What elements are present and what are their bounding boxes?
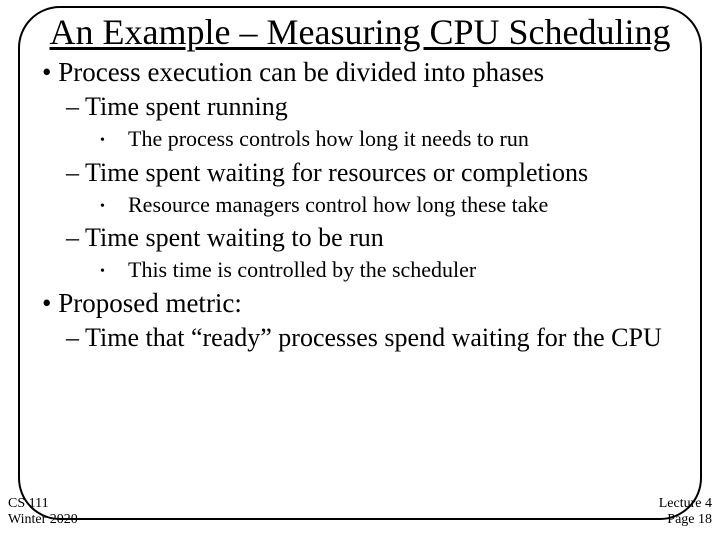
footer-right: Lecture 4 Page 18 (659, 496, 712, 528)
bullet-text: This time is controlled by the scheduler (128, 257, 684, 282)
bullet-level2: Time that “ready” processes spend waitin… (66, 323, 688, 353)
slide-content: An Example – Measuring CPU Scheduling Pr… (18, 6, 702, 520)
term: Winter 2020 (8, 512, 78, 528)
bullet-level1: Process execution can be divided into ph… (42, 57, 688, 88)
bullet-text: The process controls how long it needs t… (128, 126, 684, 151)
lecture-number: Lecture 4 (659, 496, 712, 512)
bullet-text: Resource managers control how long these… (128, 192, 684, 217)
bullet-level2: Time spent waiting for resources or comp… (66, 158, 688, 188)
page-number: Page 18 (659, 512, 712, 528)
bullet-level3: This time is controlled by the scheduler (100, 257, 688, 282)
slide-title: An Example – Measuring CPU Scheduling (32, 12, 688, 53)
bullet-text: Time that “ready” processes spend waitin… (85, 323, 662, 352)
bullet-level2: Time spent waiting to be run (66, 223, 688, 253)
bullet-dot-icon (100, 126, 128, 151)
bullet-text: Process execution can be divided into ph… (58, 57, 544, 87)
slide: An Example – Measuring CPU Scheduling Pr… (0, 0, 720, 540)
course-code: CS 111 (8, 496, 78, 512)
bullet-level1: Proposed metric: (42, 288, 688, 319)
bullet-level3: The process controls how long it needs t… (100, 126, 688, 151)
bullet-level2: Time spent running (66, 92, 688, 122)
footer-left: CS 111 Winter 2020 (8, 496, 78, 528)
bullet-dot-icon (100, 257, 128, 282)
bullet-text: Time spent waiting for resources or comp… (85, 158, 588, 187)
bullet-text: Proposed metric: (58, 288, 242, 318)
bullet-text: Time spent running (85, 92, 288, 121)
bullet-level3: Resource managers control how long these… (100, 192, 688, 217)
bullet-dot-icon (100, 192, 128, 217)
bullet-text: Time spent waiting to be run (85, 223, 384, 252)
